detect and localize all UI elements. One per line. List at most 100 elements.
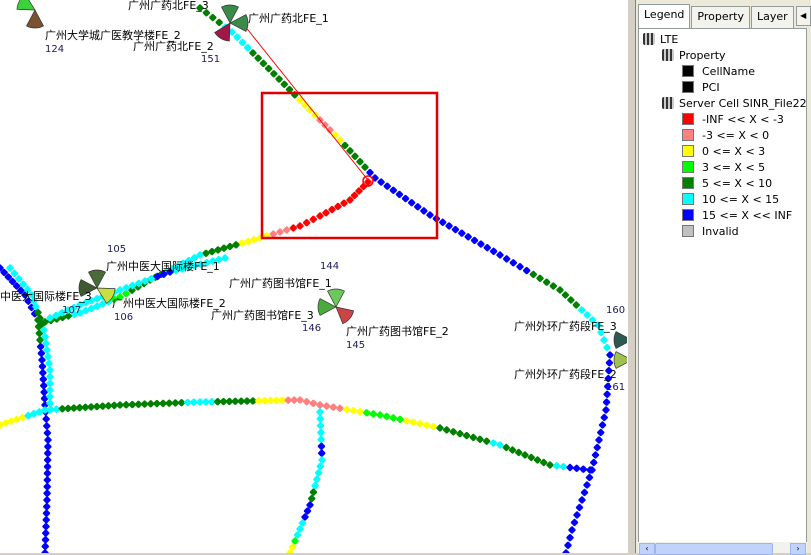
measurement-point: [396, 415, 404, 423]
measurement-point: [600, 336, 608, 344]
legend-label: -INF << X < -3: [702, 112, 784, 126]
measurement-point: [303, 398, 311, 406]
measurement-point: [567, 296, 575, 304]
measurement-point: [215, 18, 223, 27]
measurement-point: [43, 469, 52, 477]
measurement-point: [270, 70, 278, 78]
measurement-point: [408, 199, 416, 207]
measurement-point: [283, 226, 291, 234]
measurement-point: [208, 247, 216, 256]
measurement-point: [314, 469, 323, 477]
measurement-point: [598, 421, 607, 429]
measurement-point: [602, 398, 611, 406]
tab-layer[interactable]: Layer: [750, 6, 794, 28]
legend-label: -3 <= X < 0: [702, 128, 770, 142]
measurement-point: [583, 481, 591, 489]
measurement-point: [395, 190, 404, 199]
measurement-point: [226, 242, 234, 251]
map-view[interactable]: 广州广药北FE_3 广州广药北FE_1 广州大学城广医教学楼FE_2 124 广…: [0, 0, 627, 553]
pci-label: 144: [320, 261, 340, 272]
measurement-point: [578, 306, 586, 314]
measurement-point: [543, 278, 551, 286]
measurement-point: [316, 415, 324, 423]
measurement-point: [566, 463, 574, 472]
tree-node-property[interactable]: Property: [662, 47, 726, 63]
measurement-point: [568, 526, 576, 534]
layer-icon: [643, 33, 655, 45]
cell-label: 广州广药北FE_2: [133, 40, 214, 53]
measurement-point: [564, 541, 572, 549]
legend-item: 5 <= X < 10: [682, 175, 772, 191]
color-swatch: [682, 177, 694, 189]
measurement-point: [313, 475, 321, 483]
scroll-right-icon[interactable]: ›: [790, 543, 806, 555]
measurement-point: [43, 476, 51, 484]
layer-icon: [662, 97, 674, 109]
measurement-point: [42, 529, 50, 537]
tab-property[interactable]: Property: [691, 6, 750, 28]
tab-scroll-left-icon[interactable]: ◀: [795, 6, 811, 26]
measurement-point: [476, 435, 484, 443]
scroll-left-icon[interactable]: ‹: [639, 543, 655, 555]
legend-label: 0 <= X < 3: [702, 144, 766, 158]
pci-label: 151: [201, 54, 221, 65]
cell-sector-icon[interactable]: [26, 9, 44, 29]
measurement-point: [463, 431, 471, 440]
measurement-point: [573, 511, 581, 519]
measurement-point: [377, 178, 385, 186]
measurement-point: [238, 239, 246, 247]
color-swatch: [682, 145, 694, 157]
cell-sector-icon[interactable]: [613, 331, 627, 349]
measurement-point: [409, 418, 417, 426]
cell-label: 广州中医大国际楼FE_3: [0, 290, 92, 303]
measurement-point: [42, 516, 50, 524]
tab-legend[interactable]: Legend: [638, 4, 691, 29]
measurement-point: [376, 411, 384, 419]
measurement-point: [296, 222, 304, 230]
measurement-point: [44, 436, 52, 444]
measurement-point: [361, 163, 369, 171]
cell-sector-icon[interactable]: [214, 22, 231, 42]
measurement-point: [356, 408, 364, 416]
measurement-point: [221, 254, 229, 262]
tree-label: LTE: [660, 32, 679, 46]
measurement-point: [383, 182, 391, 190]
pci-label: 124: [45, 44, 65, 55]
measurement-point: [44, 443, 52, 451]
cell-sector-icon[interactable]: [16, 0, 36, 11]
measurement-point: [469, 433, 477, 442]
legend-label: CellName: [702, 64, 756, 78]
measurement-point: [280, 80, 288, 88]
measurement-point: [416, 420, 424, 428]
measurement-point: [41, 536, 50, 544]
tree-label: Property: [679, 48, 726, 62]
legend-label: 15 <= X << INF: [702, 208, 793, 222]
horizontal-scrollbar[interactable]: ‹ ›: [638, 542, 807, 555]
measurement-point: [363, 409, 371, 417]
legend-item: CellName: [682, 63, 755, 79]
cell-label: 广州广药图书馆FE_2: [346, 325, 449, 338]
measurement-point: [318, 456, 326, 464]
measurement-point: [316, 401, 324, 409]
cell-label: 广州广药北FE_3: [128, 0, 209, 12]
pci-label: 105: [107, 244, 127, 255]
measurement-point: [449, 428, 457, 436]
tree-node-lte[interactable]: LTE: [643, 31, 678, 47]
measurement-point: [603, 343, 611, 352]
measurement-point: [420, 207, 428, 215]
measurement-point: [414, 203, 422, 211]
tree-node-sinr[interactable]: Server Cell SINR_File22_M: [662, 95, 806, 111]
scroll-thumb[interactable]: [655, 543, 773, 555]
selection-rectangle[interactable]: [260, 91, 439, 240]
measurement-point: [43, 463, 52, 471]
panel-splitter[interactable]: [627, 0, 636, 553]
measurement-point: [561, 291, 570, 299]
measurement-point: [220, 244, 228, 252]
legend-tree: LTE Property CellName PCI Server Cell SIN…: [638, 28, 807, 544]
measurement-point: [570, 518, 579, 527]
color-swatch: [682, 225, 694, 237]
measurement-point: [317, 435, 325, 444]
cell-sector-icon[interactable]: [335, 306, 355, 325]
measurement-point: [43, 496, 51, 504]
measurement-point: [259, 59, 268, 68]
